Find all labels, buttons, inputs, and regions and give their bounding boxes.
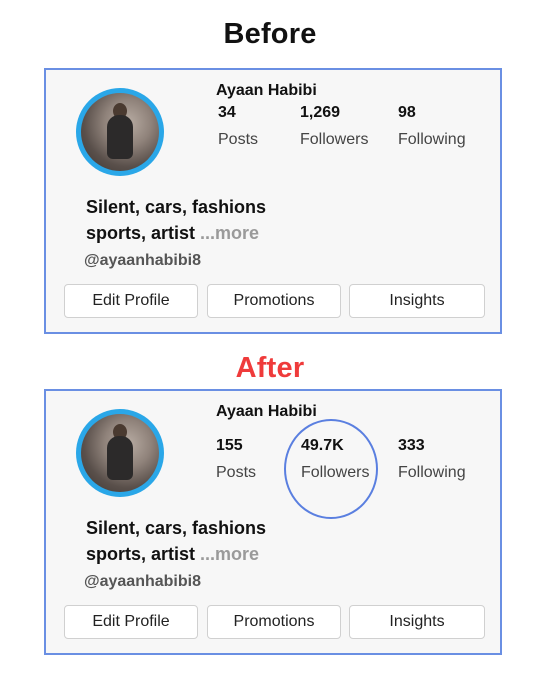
promotions-button[interactable]: Promotions [207, 605, 341, 639]
stat-followers[interactable]: 1,269 Followers [300, 104, 380, 149]
avatar[interactable] [76, 88, 164, 176]
insights-button[interactable]: Insights [349, 605, 485, 639]
insights-button[interactable]: Insights [349, 284, 485, 318]
following-count: 98 [398, 104, 416, 121]
followers-label: Followers [300, 131, 369, 148]
before-heading: Before [223, 18, 317, 50]
profile-card-after: Ayaan Habibi 155 Posts 49.7K Followers 3… [44, 389, 502, 655]
profile-name: Ayaan Habibi [216, 403, 317, 420]
following-label: Following [398, 131, 466, 148]
promotions-button[interactable]: Promotions [207, 284, 341, 318]
following-count: 333 [398, 437, 425, 454]
followers-count: 1,269 [300, 104, 341, 121]
profile-name: Ayaan Habibi [216, 82, 317, 99]
bio: Silent, cars, fashions sports, artist ..… [86, 194, 376, 246]
bio-line-2: sports, artist [86, 223, 196, 243]
edit-profile-button[interactable]: Edit Profile [64, 605, 198, 639]
stat-following[interactable]: 333 Following [398, 437, 478, 482]
posts-count: 155 [216, 437, 243, 454]
posts-label: Posts [218, 131, 259, 148]
bio: Silent, cars, fashions sports, artist ..… [86, 515, 376, 567]
profile-card-before: Ayaan Habibi 34 Posts 1,269 Followers 98… [44, 68, 502, 334]
profile-photo [81, 93, 159, 171]
after-heading: After [235, 352, 305, 384]
profile-photo [81, 414, 159, 492]
username-handle: @ayaanhabibi8 [84, 573, 201, 590]
avatar[interactable] [76, 409, 164, 497]
bio-line-1: Silent, cars, fashions [86, 197, 267, 217]
bio-line-2: sports, artist [86, 544, 196, 564]
following-label: Following [398, 464, 466, 481]
edit-profile-button[interactable]: Edit Profile [64, 284, 198, 318]
username-handle: @ayaanhabibi8 [84, 252, 201, 269]
stat-posts[interactable]: 34 Posts [218, 104, 298, 149]
stat-following[interactable]: 98 Following [398, 104, 478, 149]
more-link[interactable]: ...more [200, 544, 259, 564]
more-link[interactable]: ...more [200, 223, 259, 243]
followers-highlight-circle [284, 419, 378, 519]
bio-line-1: Silent, cars, fashions [86, 518, 267, 538]
posts-count: 34 [218, 104, 236, 121]
